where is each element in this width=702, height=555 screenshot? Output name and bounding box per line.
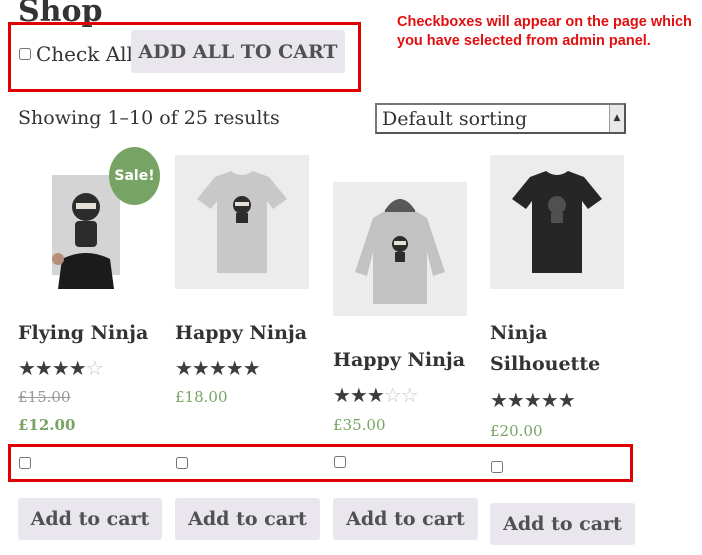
result-count: Showing 1–10 of 25 results [18, 107, 280, 129]
product-price: £20.00 [490, 422, 543, 440]
add-to-cart-button[interactable]: Add to cart [490, 503, 635, 545]
sorting-value: Default sorting [382, 108, 528, 130]
add-to-cart-button[interactable]: Add to cart [175, 498, 320, 540]
product-checkbox[interactable] [176, 457, 188, 469]
product-checkbox[interactable] [334, 456, 346, 468]
ninja-tshirt-black-icon [490, 155, 624, 289]
add-to-cart-button[interactable]: Add to cart [333, 498, 478, 540]
ninja-hoodie-icon [333, 182, 467, 316]
product-price: £35.00 [333, 416, 386, 434]
product-name[interactable]: Happy Ninja [175, 318, 307, 349]
product-image-ninja-silhouette[interactable] [490, 155, 624, 289]
sorting-select[interactable]: Default sorting ▲ [375, 103, 626, 134]
product-image-happy-ninja-hoodie[interactable] [333, 182, 467, 316]
check-all-label: Check All [36, 42, 133, 66]
product-name[interactable]: Flying Ninja [18, 318, 148, 349]
add-to-cart-button[interactable]: Add to cart [18, 498, 162, 540]
dropdown-arrow-icon: ▲ [609, 105, 624, 132]
add-all-to-cart-button[interactable]: ADD ALL TO CART [131, 30, 345, 73]
product-price: £18.00 [175, 388, 228, 406]
star-rating: ★★★★★ [175, 356, 261, 380]
product-checkboxes-highlight [8, 444, 633, 482]
sale-price: £12.00 [18, 416, 76, 434]
product-name-line2: Silhouette [490, 353, 601, 375]
product-name[interactable]: Happy Ninja [333, 345, 465, 376]
ninja-tshirt-icon [175, 155, 309, 289]
product-checkbox[interactable] [491, 461, 503, 473]
original-price: £15.00 [18, 388, 71, 406]
product-checkbox[interactable] [19, 457, 31, 469]
star-rating: ★★★★★ [490, 388, 576, 412]
product-name-line1: Ninja [490, 322, 548, 344]
check-all-control[interactable]: Check All [18, 42, 133, 66]
product-name[interactable]: Ninja Silhouette [490, 318, 600, 380]
admin-note: Checkboxes will appear on the page which… [397, 14, 692, 49]
product-image-happy-ninja-tshirt[interactable] [175, 155, 309, 289]
sale-badge: Sale! [109, 147, 160, 205]
star-rating: ★★★★☆ [18, 356, 104, 380]
check-all-checkbox[interactable] [19, 48, 31, 60]
star-rating: ★★★☆☆ [333, 383, 419, 407]
